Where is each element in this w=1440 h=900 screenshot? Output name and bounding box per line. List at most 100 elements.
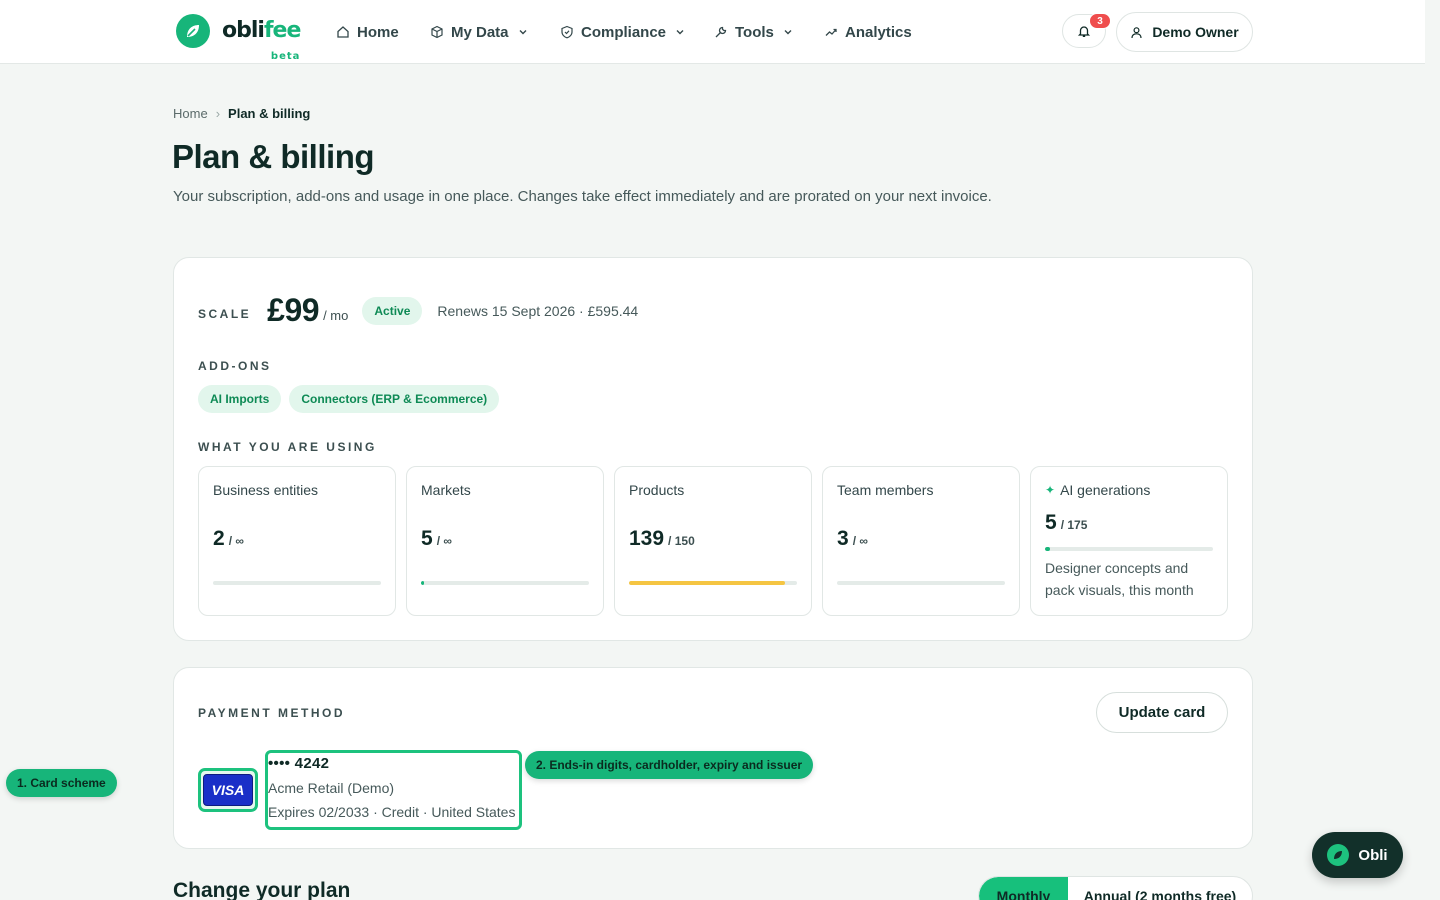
usage-used: 3 <box>837 527 849 550</box>
nav-analytics-label: Analytics <box>845 23 912 41</box>
chevron-down-icon <box>676 30 684 35</box>
sparkle-icon: ✦ <box>1045 483 1056 497</box>
usage-limit: / ∞ <box>228 534 244 548</box>
nav-tools-label: Tools <box>735 23 774 41</box>
nav-my-data[interactable]: My Data <box>430 20 528 44</box>
brand-name-main: obli <box>222 18 265 43</box>
usage-used: 139 <box>629 527 665 550</box>
plan-price: £99 <box>267 292 320 328</box>
usage-card-note: Designer concepts and pack visuals, this… <box>1045 560 1194 598</box>
bell-icon <box>1077 26 1091 37</box>
usage-card-products: Products 139 / 150 <box>614 466 812 616</box>
callout-card-details: 2. Ends-in digits, cardholder, expiry an… <box>525 751 814 779</box>
usage-card-label: Business entities <box>213 482 319 498</box>
usage-card-business-entities: Business entities 2 / ∞ <box>198 466 396 616</box>
breadcrumb-home[interactable]: Home <box>173 106 208 121</box>
user-icon <box>1131 26 1142 38</box>
usage-card-value: 5 / ∞ <box>421 527 452 551</box>
addon-chip-connectors: Connectors (ERP & Ecommerce) <box>289 385 500 413</box>
usage-card-value: 3 / ∞ <box>837 527 868 551</box>
plan-period: / mo <box>323 308 349 323</box>
usage-progress-bar <box>421 581 589 585</box>
billing-period-toggle: Monthly Annual (2 months free) <box>978 876 1253 900</box>
breadcrumb: Home › Plan & billing <box>173 106 310 121</box>
user-name: Demo Owner <box>1152 24 1239 40</box>
plan-name: SCALE <box>198 306 252 321</box>
assistant-button[interactable]: Obli <box>1312 832 1403 878</box>
trend-up-icon <box>825 28 837 36</box>
usage-progress-bar <box>1045 547 1213 551</box>
page-subtitle: Your subscription, add-ons and usage in … <box>173 188 992 205</box>
usage-card-team-members: Team members 3 / ∞ <box>822 466 1020 616</box>
breadcrumb-separator: › <box>215 106 221 121</box>
payment-method-label: PAYMENT METHOD <box>198 706 346 720</box>
usage-limit: / ∞ <box>436 534 452 548</box>
usage-card-label: ✦ AI generations <box>1045 482 1150 498</box>
user-menu-button[interactable]: Demo Owner <box>1116 12 1253 52</box>
brand-wordmark: oblifee beta <box>222 18 301 63</box>
usage-grid: Business entities 2 / ∞ Markets 5 / ∞ Pr… <box>198 466 1228 616</box>
nav-analytics[interactable]: Analytics <box>824 20 912 44</box>
addon-chip-ai-imports: AI Imports <box>198 385 282 413</box>
usage-used: 5 <box>1045 511 1057 534</box>
leaf-icon <box>1327 844 1350 866</box>
card-scheme-highlight: VISA <box>198 768 258 812</box>
notification-count-badge: 3 <box>1089 13 1111 29</box>
usage-progress-bar <box>837 581 1005 585</box>
usage-card-value: 5 / 175 <box>1045 511 1087 535</box>
chevron-down-icon <box>784 30 792 35</box>
leaf-icon <box>176 14 210 48</box>
usage-used: 2 <box>213 527 225 550</box>
usage-card-label: Team members <box>837 482 934 498</box>
card-number: •••• 4242 <box>268 755 330 772</box>
nav-compliance[interactable]: Compliance <box>560 20 685 44</box>
top-navigation-bar: oblifee beta Home My Data Compliance Too… <box>0 0 1425 64</box>
usage-card-value: 2 / ∞ <box>213 527 244 551</box>
update-card-button[interactable]: Update card <box>1096 692 1228 733</box>
usage-card-markets: Markets 5 / ∞ <box>406 466 604 616</box>
chevron-down-icon <box>519 30 527 35</box>
cardholder-name: Acme Retail (Demo) <box>268 780 395 796</box>
notifications-button[interactable]: 3 <box>1062 13 1111 48</box>
usage-limit: / 150 <box>668 534 695 548</box>
home-icon <box>337 26 349 38</box>
usage-card-value: 139 / 150 <box>629 527 695 551</box>
card-expiry-issuer: Expires 02/2033 · Credit · United States <box>268 804 516 820</box>
addons-label: ADD-ONS <box>198 359 272 373</box>
wrench-icon <box>715 26 727 38</box>
usage-progress-bar <box>213 581 381 585</box>
usage-used: 5 <box>421 527 433 550</box>
usage-card-ai-generations: ✦ AI generations 5 / 175 Designer concep… <box>1030 466 1228 616</box>
usage-progress-fill <box>421 581 424 585</box>
plan-card: SCALE £99 / mo Active Renews 15 Sept 202… <box>173 257 1253 641</box>
card-details-highlight: •••• 4242 Acme Retail (Demo) Expires 02/… <box>265 750 522 830</box>
visa-logo: VISA <box>203 774 253 806</box>
usage-limit: / ∞ <box>852 534 868 548</box>
usage-limit: / 175 <box>1060 518 1088 532</box>
plan-summary: SCALE £99 / mo Active Renews 15 Sept 202… <box>198 292 638 329</box>
usage-progress-bar <box>629 581 797 585</box>
nav-tools[interactable]: Tools <box>714 20 793 44</box>
billing-annual-option[interactable]: Annual (2 months free) <box>1068 877 1252 900</box>
plan-status-badge: Active <box>362 296 423 325</box>
usage-progress-fill <box>1045 547 1051 551</box>
page-title: Plan & billing <box>172 138 375 175</box>
assistant-label: Obli <box>1358 846 1388 864</box>
beta-badge: beta <box>270 51 301 62</box>
nav-home-label: Home <box>357 23 399 41</box>
usage-card-label-text: AI generations <box>1060 482 1151 498</box>
addons-list: AI Imports Connectors (ERP & Ecommerce) <box>198 385 500 413</box>
usage-card-label: Markets <box>421 482 471 498</box>
plan-renewal: Renews 15 Sept 2026 · £595.44 <box>437 302 639 319</box>
breadcrumb-current: Plan & billing <box>228 106 311 121</box>
shield-icon <box>561 25 573 39</box>
usage-card-label: Products <box>629 482 685 498</box>
nav-compliance-label: Compliance <box>581 23 667 41</box>
billing-monthly-option[interactable]: Monthly <box>979 877 1068 900</box>
usage-label: WHAT YOU ARE USING <box>198 440 377 454</box>
change-plan-title: Change your plan <box>173 879 351 900</box>
brand-logo[interactable]: oblifee beta <box>176 14 301 63</box>
nav-home[interactable]: Home <box>336 20 399 44</box>
nav-my-data-label: My Data <box>451 23 509 41</box>
brand-name-accent: fee <box>263 18 301 43</box>
